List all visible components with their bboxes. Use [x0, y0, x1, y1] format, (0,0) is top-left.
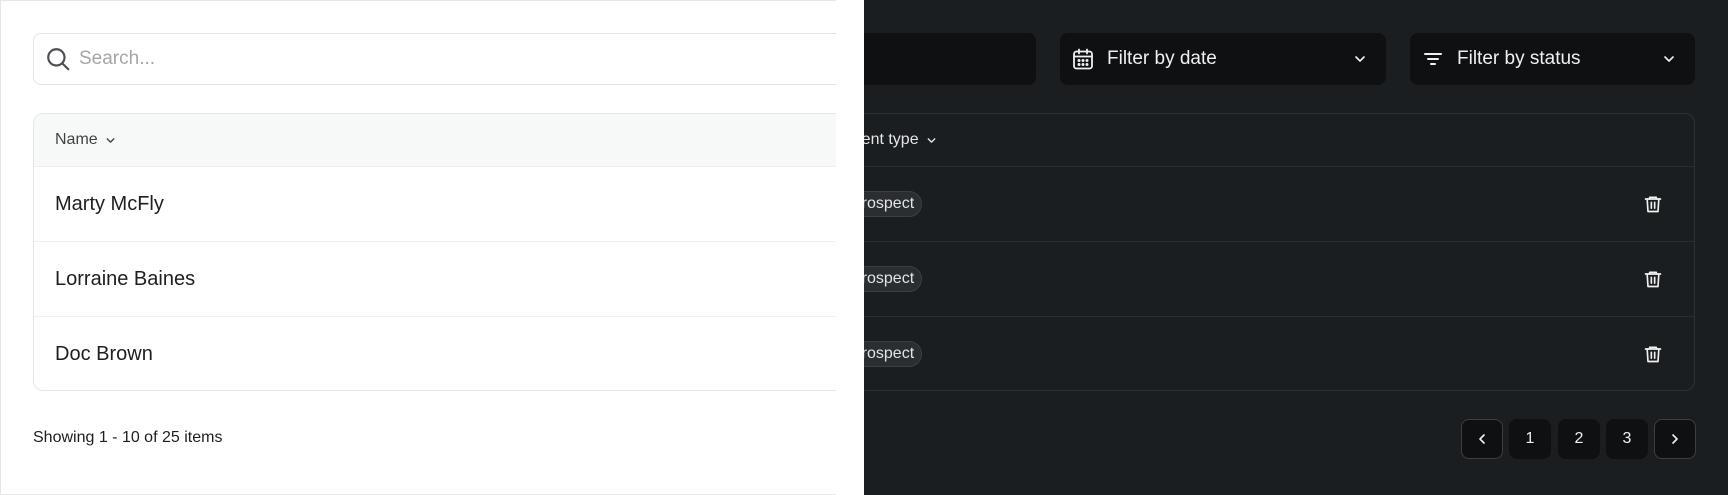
filter-lines-icon [1424, 53, 1442, 65]
chevron-down-icon [1664, 56, 1674, 62]
chevron-down-icon [106, 137, 115, 143]
column-header-client-type-label: Client type [843, 131, 919, 148]
pagination-page-3[interactable]: 3 [1606, 419, 1648, 459]
trash-icon[interactable] [1643, 269, 1663, 289]
chevron-down-icon [927, 137, 936, 143]
pagination-next-button[interactable] [1654, 419, 1696, 459]
column-header-name-label: Name [55, 131, 98, 148]
chevron-down-icon [1355, 56, 1365, 62]
filter-by-status-label: Filter by status [1457, 48, 1581, 69]
client-name: Doc Brown [55, 343, 153, 365]
pagination-page-2[interactable]: 2 [1558, 419, 1600, 459]
client-type-badge: Prospect [864, 191, 923, 217]
chevron-left-icon [1479, 434, 1485, 444]
trash-icon[interactable] [1643, 344, 1663, 364]
client-type-badge: Prospect [864, 266, 923, 292]
pagination-summary: Showing 1 - 10 of 25 items [33, 429, 223, 446]
pagination-prev-button[interactable] [1461, 419, 1503, 459]
trash-icon[interactable] [1643, 194, 1663, 214]
client-name: Lorraine Baines [55, 268, 196, 290]
search-icon [47, 48, 70, 71]
search-input[interactable] [77, 47, 836, 71]
filter-by-date-label: Filter by date [1107, 48, 1217, 69]
column-header-name[interactable]: Name [55, 131, 117, 149]
client-type-badge: Prospect [864, 341, 923, 367]
calendar-icon [1073, 48, 1093, 70]
column-header-client-type[interactable]: Client type [843, 131, 938, 149]
pagination-page-1[interactable]: 1 [1509, 419, 1551, 459]
chevron-right-icon [1672, 434, 1678, 444]
filter-by-date-dropdown[interactable]: Filter by date [1060, 33, 1386, 85]
client-name: Marty McFly [55, 193, 164, 215]
filter-by-status-dropdown[interactable]: Filter by status [1410, 33, 1695, 85]
